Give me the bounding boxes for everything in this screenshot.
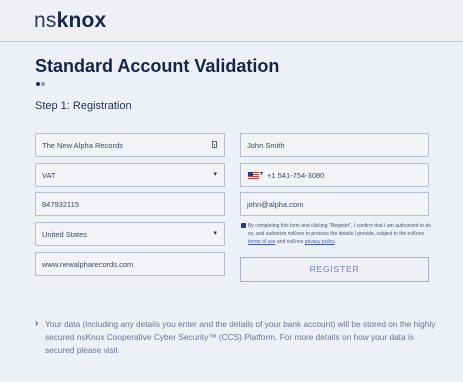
step-dot-current [36, 82, 40, 86]
logo-name: knox [56, 9, 107, 32]
id-type-value: VAT [42, 171, 56, 180]
company-name-field[interactable]: The New Alpha Records [35, 133, 225, 157]
id-number-field[interactable]: 847932115 [35, 192, 225, 216]
phone-field[interactable]: ▾ +1 541-754-3080 [240, 163, 429, 187]
register-button[interactable]: REGISTER [240, 257, 429, 282]
country-value: United States [42, 230, 88, 239]
consent-text: By completing this form and clicking "Re… [248, 222, 434, 247]
consent-text-end: . [334, 239, 336, 246]
chevron-down-icon: ▾ [213, 171, 217, 178]
contact-name-value: John Smith [247, 141, 285, 150]
step-progress-indicator [36, 82, 46, 88]
id-type-select[interactable]: VAT ▾ [35, 163, 225, 187]
consent-text-middle: and nsKnox [275, 239, 305, 246]
nsknox-logo[interactable]: nsknox [34, 9, 106, 33]
step-label: Step 1: Registration [35, 100, 132, 112]
privacy-policy-link[interactable]: privacy policy [305, 239, 335, 245]
country-code-chevron-icon[interactable]: ▾ [260, 170, 263, 177]
data-security-text: Your data (including any details you ent… [45, 319, 436, 355]
email-field[interactable]: john@alpha.com [240, 192, 429, 216]
email-value: john@alpha.com [247, 200, 304, 209]
consent-checkbox[interactable] [241, 223, 246, 228]
company-name-value: The New Alpha Records [42, 141, 123, 150]
consent-text-intro: By completing this form and clicking "Re… [248, 223, 432, 238]
phone-value: +1 541-754-3080 [267, 171, 325, 180]
website-value: www.newalpharecords.com [42, 260, 134, 269]
logo-prefix: ns [34, 9, 57, 32]
contact-name-field[interactable]: John Smith [240, 133, 429, 157]
country-select[interactable]: United States ▾ [35, 222, 225, 246]
website-field[interactable]: www.newalpharecords.com [35, 252, 225, 276]
top-bar: nsknox [0, 0, 463, 42]
id-number-value: 847932115 [42, 200, 79, 209]
us-flag-icon[interactable] [248, 172, 259, 179]
terms-of-use-link[interactable]: terms of use [248, 239, 276, 245]
chevron-right-icon: › [35, 318, 39, 329]
step-dot-next [41, 82, 45, 86]
chevron-down-icon: ▾ [213, 230, 217, 237]
page-title: Standard Account Validation [35, 56, 280, 76]
contact-card-icon [212, 141, 217, 148]
